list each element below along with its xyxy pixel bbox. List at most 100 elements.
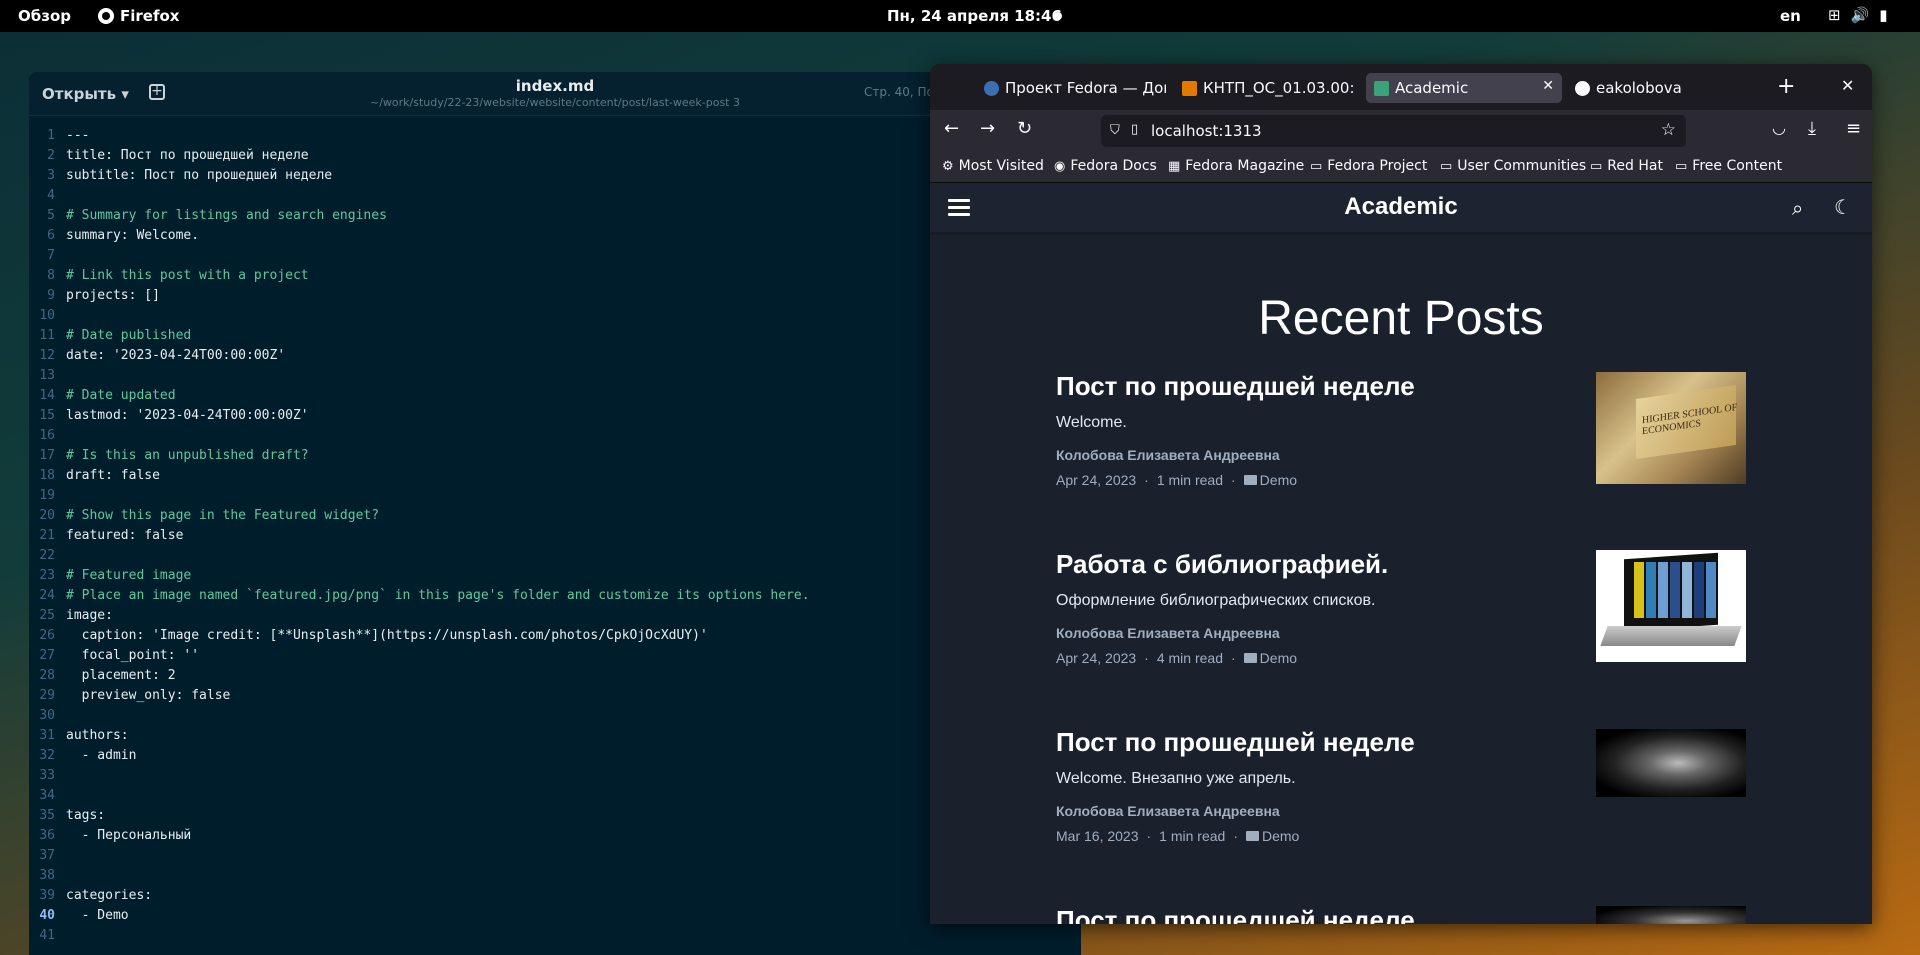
code-line[interactable]: 39 categories:: [29, 886, 1081, 906]
post-thumbnail[interactable]: HIGHER SCHOOL OF ECONOMICS: [1596, 372, 1746, 484]
line-number: 31: [39, 728, 55, 743]
reload-icon[interactable]: ↻: [1017, 118, 1032, 139]
line-number: 10: [39, 308, 55, 323]
line-text: [55, 866, 66, 886]
bookmark-star-icon[interactable]: ☆: [1661, 120, 1676, 140]
code-line[interactable]: 30: [29, 706, 1081, 726]
url-text[interactable]: localhost:1313: [1151, 122, 1262, 140]
code-line[interactable]: 28 placement: 2: [29, 666, 1081, 686]
keyboard-layout-indicator[interactable]: en: [1780, 7, 1801, 25]
bookmark-most-visited[interactable]: ⚙ Most Visited: [942, 158, 1044, 174]
code-line[interactable]: 13: [29, 366, 1081, 386]
code-line[interactable]: 7: [29, 246, 1081, 266]
bookmark-user-communities[interactable]: ▭ User Communities: [1440, 158, 1586, 174]
tab-academic[interactable]: Academic ✕: [1366, 73, 1562, 103]
forward-icon[interactable]: →: [980, 118, 995, 139]
line-text: # Date published: [66, 328, 192, 343]
line-number: 12: [39, 348, 55, 363]
code-line[interactable]: 19: [29, 486, 1081, 506]
url-bar[interactable]: ⛉ ▯ localhost:1313 ☆: [1101, 115, 1686, 147]
code-line[interactable]: 26 caption: 'Image credit: [**Unsplash**…: [29, 626, 1081, 646]
code-line[interactable]: 31 authors:: [29, 726, 1081, 746]
bookmark-red-hat[interactable]: ▭ Red Hat: [1590, 158, 1663, 174]
activities-button[interactable]: Обзор: [18, 7, 71, 25]
bookmark-fedora-project[interactable]: ▭ Fedora Project: [1310, 158, 1427, 174]
dark-mode-icon[interactable]: ☾: [1834, 195, 1852, 219]
back-icon[interactable]: ←: [944, 118, 959, 139]
code-line[interactable]: 36 - Персональный: [29, 826, 1081, 846]
cursor-position-status[interactable]: Стр. 40, По: [864, 85, 934, 99]
close-tab-icon[interactable]: ✕: [1542, 78, 1554, 94]
code-line[interactable]: 38: [29, 866, 1081, 886]
site-title[interactable]: Academic: [930, 193, 1872, 221]
post-category[interactable]: Demo: [1246, 828, 1299, 844]
code-line[interactable]: 27 focal_point: '': [29, 646, 1081, 666]
downloads-icon[interactable]: ⤓: [1808, 118, 1816, 139]
code-line[interactable]: 2 title: Пост по прошедшей неделе: [29, 146, 1081, 166]
post-read-time: 1 min read: [1156, 472, 1223, 488]
tab-github[interactable]: eakolobova: [1567, 73, 1757, 103]
code-line[interactable]: 41: [29, 926, 1081, 946]
code-line[interactable]: 18 draft: false: [29, 466, 1081, 486]
editor-header: Открыть ▾ + index.md ~/work/study/22-23/…: [29, 72, 1081, 116]
code-line[interactable]: 29 preview_only: false: [29, 686, 1081, 706]
menu-icon[interactable]: ≡: [1846, 118, 1861, 139]
post-thumbnail[interactable]: [1596, 729, 1746, 797]
code-line[interactable]: 32 - admin: [29, 746, 1081, 766]
code-line[interactable]: 3 subtitle: Пост по прошедшей неделе: [29, 166, 1081, 186]
code-line[interactable]: 9 projects: []: [29, 286, 1081, 306]
post-thumbnail[interactable]: [1596, 906, 1746, 924]
post-meta: Mar 16, 2023 · 1 min read · Demo: [1056, 828, 1746, 844]
code-line[interactable]: 8 # Link this post with a project: [29, 266, 1081, 286]
code-line[interactable]: 15 lastmod: '2023-04-24T00:00:00Z': [29, 406, 1081, 426]
code-line[interactable]: 37: [29, 846, 1081, 866]
code-line[interactable]: 21 featured: false: [29, 526, 1081, 546]
post-date: Apr 24, 2023: [1056, 650, 1137, 666]
clock[interactable]: Пн, 24 апреля 18:46: [887, 7, 1062, 25]
search-icon[interactable]: ⌕: [1792, 196, 1803, 220]
post-category[interactable]: Demo: [1243, 472, 1297, 488]
network-icon: ⊞: [1828, 6, 1841, 24]
line-text: lastmod: '2023-04-24T00:00:00Z': [66, 408, 309, 423]
tab-fedora[interactable]: Проект Fedora — Дома: [976, 73, 1166, 103]
line-number: 35: [39, 808, 55, 823]
code-line[interactable]: 6 summary: Welcome.: [29, 226, 1081, 246]
tracking-protection-icon[interactable]: ⛉: [1110, 123, 1120, 138]
bookmark-free-content[interactable]: ▭ Free Content: [1675, 158, 1782, 174]
code-line[interactable]: 22: [29, 546, 1081, 566]
code-line[interactable]: 5 # Summary for listings and search engin…: [29, 206, 1081, 226]
code-line[interactable]: 12 date: '2023-04-24T00:00:00Z': [29, 346, 1081, 366]
laptop-base: [1600, 626, 1742, 646]
page-info-icon[interactable]: ▯: [1131, 122, 1138, 137]
post-author[interactable]: Колобова Елизавета Андреевна: [1056, 803, 1746, 819]
new-tab-button[interactable]: +: [1777, 74, 1795, 99]
line-text: - Персональный: [66, 828, 192, 843]
bookmarks-toolbar: ⚙ Most Visited ◉ Fedora Docs ▦ Fedora Magaz…: [930, 152, 1872, 183]
code-line[interactable]: 11 # Date published: [29, 326, 1081, 346]
code-line[interactable]: 16: [29, 426, 1081, 446]
code-line[interactable]: 33: [29, 766, 1081, 786]
code-line[interactable]: 34: [29, 786, 1081, 806]
code-line[interactable]: 14 # Date updated: [29, 386, 1081, 406]
system-tray[interactable]: ⊞ 🔊 ▮: [1828, 6, 1888, 24]
code-line[interactable]: 1 ---: [29, 126, 1081, 146]
app-menu-button[interactable]: Firefox: [98, 7, 179, 25]
code-line[interactable]: 17 # Is this an unpublished draft?: [29, 446, 1081, 466]
code-line[interactable]: 35 tags:: [29, 806, 1081, 826]
bookmark-fedora-magazine[interactable]: ▦ Fedora Magazine: [1168, 158, 1304, 174]
code-line[interactable]: 23 # Featured image: [29, 566, 1081, 586]
code-area[interactable]: 1 --- 2 title: Пост по прошедшей неделе 3 sub…: [29, 126, 1081, 946]
bookmark-fedora-docs[interactable]: ◉ Fedora Docs: [1054, 158, 1157, 174]
post-thumbnail[interactable]: [1596, 550, 1746, 662]
code-line[interactable]: 4: [29, 186, 1081, 206]
code-line[interactable]: 20 # Show this page in the Featured widge…: [29, 506, 1081, 526]
code-line[interactable]: 10: [29, 306, 1081, 326]
code-line[interactable]: 40 - Demo: [29, 906, 1081, 926]
tab-kntp[interactable]: КНТП_ОС_01.03.00: Эт: [1174, 73, 1354, 103]
pocket-icon[interactable]: ◡: [1772, 118, 1786, 137]
post-category[interactable]: Demo: [1243, 650, 1297, 666]
line-number: 15: [39, 408, 55, 423]
code-line[interactable]: 25 image:: [29, 606, 1081, 626]
window-close-button[interactable]: ✕: [1841, 76, 1854, 95]
code-line[interactable]: 24 # Place an image named `featured.jpg/p…: [29, 586, 1081, 606]
